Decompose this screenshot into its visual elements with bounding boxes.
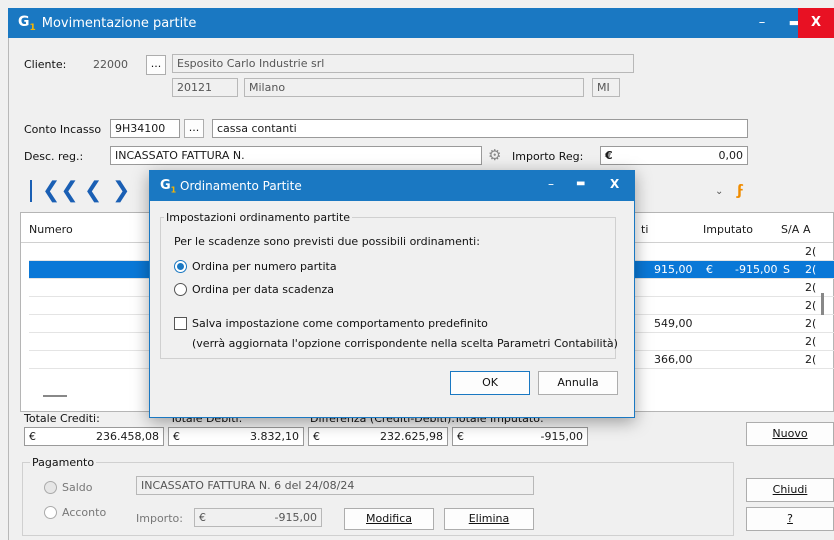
window-title: Movimentazione partite [41,15,197,31]
nav-divider [30,180,32,202]
col-imputato[interactable]: Imputato [703,223,753,236]
ordina-data-radio[interactable] [174,283,187,296]
conto-code-field[interactable]: 9H34100 [110,119,180,138]
dialog-group-label: Impostazioni ordinamento partite [164,211,353,224]
totale-imputato-field: € -915,00 [452,427,588,446]
dialog-close-button[interactable]: X [610,177,619,191]
differenza-field: €232.625,98 [308,427,448,446]
desc-reg-field[interactable]: INCASSATO FATTURA N. [110,146,482,165]
dialog-title: Ordinamento Partite [180,179,302,193]
previous-icon[interactable]: ❮ [84,180,102,202]
ordina-numero-radio[interactable] [174,260,187,273]
col-sa[interactable]: S/A [781,223,799,236]
help-button[interactable]: ? [746,507,834,531]
col-numero[interactable]: Numero [29,223,73,236]
next-icon[interactable]: ❯ [112,180,130,202]
col-a[interactable]: A [803,223,811,236]
horizontal-scrollbar[interactable] [43,395,67,397]
cliente-cap-field: 20121 [172,78,238,97]
ordina-numero-label[interactable]: Ordina per numero partita [192,260,337,273]
dialog-titlebar: G1 Ordinamento Partite – ▬ X [150,171,634,201]
totale-crediti-field: €236.458,08 [24,427,164,446]
conto-lookup-button[interactable]: ... [184,119,204,138]
gear-icon[interactable]: ⚙ [488,146,501,164]
acconto-label: Acconto [62,506,107,519]
acconto-radio[interactable] [44,506,57,519]
close-button[interactable]: X [798,8,834,38]
col-ti[interactable]: ti [641,223,648,236]
importo-reg-field[interactable]: €0,00 [600,146,748,165]
importo-reg-label: Importo Reg: [512,150,584,163]
ok-button[interactable]: OK [450,371,530,395]
dialog-note: (verrà aggiornata l'opzione corrisponden… [192,337,618,350]
importo-label: Importo: [136,512,183,525]
pagamento-label: Pagamento [30,456,97,469]
cliente-code: 22000 [93,58,128,71]
elimina-button[interactable]: Elimina [444,508,534,530]
dialog-intro: Per le scadenze sono previsti due possib… [174,235,480,248]
first-record-icon[interactable]: ❮❮ [42,180,79,202]
ordina-data-label[interactable]: Ordina per data scadenza [192,283,334,296]
salva-checkbox[interactable] [174,317,187,330]
desc-reg-label: Desc. reg.: [24,150,84,163]
dialog-logo: G1 [160,178,177,195]
cliente-name-field: Esposito Carlo Industrie srl [172,54,634,73]
saldo-radio[interactable] [44,481,57,494]
cliente-label: Cliente: [24,58,67,71]
pagamento-importo-field: € -915,00 [194,508,322,527]
totale-debiti-field: €3.832,10 [168,427,304,446]
dialog-minimize-button[interactable]: – [548,177,554,191]
cliente-city-field: Milano [244,78,584,97]
app-logo: G1 [18,13,36,33]
nuovo-button[interactable]: Nuovo [746,422,834,446]
cliente-province-field: MI [592,78,620,97]
cliente-lookup-button[interactable]: ... [146,55,166,75]
annulla-button[interactable]: Annulla [538,371,618,395]
conto-desc-field[interactable]: cassa contanti [212,119,748,138]
conto-label: Conto Incasso [24,123,102,136]
lightning-icon[interactable]: ϝ [737,183,744,199]
window-titlebar: G1 Movimentazione partite – ▬ X [8,8,834,38]
chiudi-button[interactable]: Chiudi [746,478,834,502]
ordinamento-dialog: G1 Ordinamento Partite – ▬ X Impostazion… [149,170,635,418]
minimize-button[interactable]: – [746,8,778,38]
pagamento-desc-field: INCASSATO FATTURA N. 6 del 24/08/24 [136,476,534,495]
dialog-maximize-button[interactable]: ▬ [576,178,585,189]
vertical-scrollbar[interactable] [821,293,824,315]
totale-crediti-label: Totale Crediti: [24,412,100,425]
modifica-button[interactable]: Modifica [344,508,434,530]
salva-label[interactable]: Salva impostazione come comportamento pr… [192,317,488,330]
saldo-label: Saldo [62,481,93,494]
chevron-down-icon[interactable]: ⌄ [715,186,723,197]
